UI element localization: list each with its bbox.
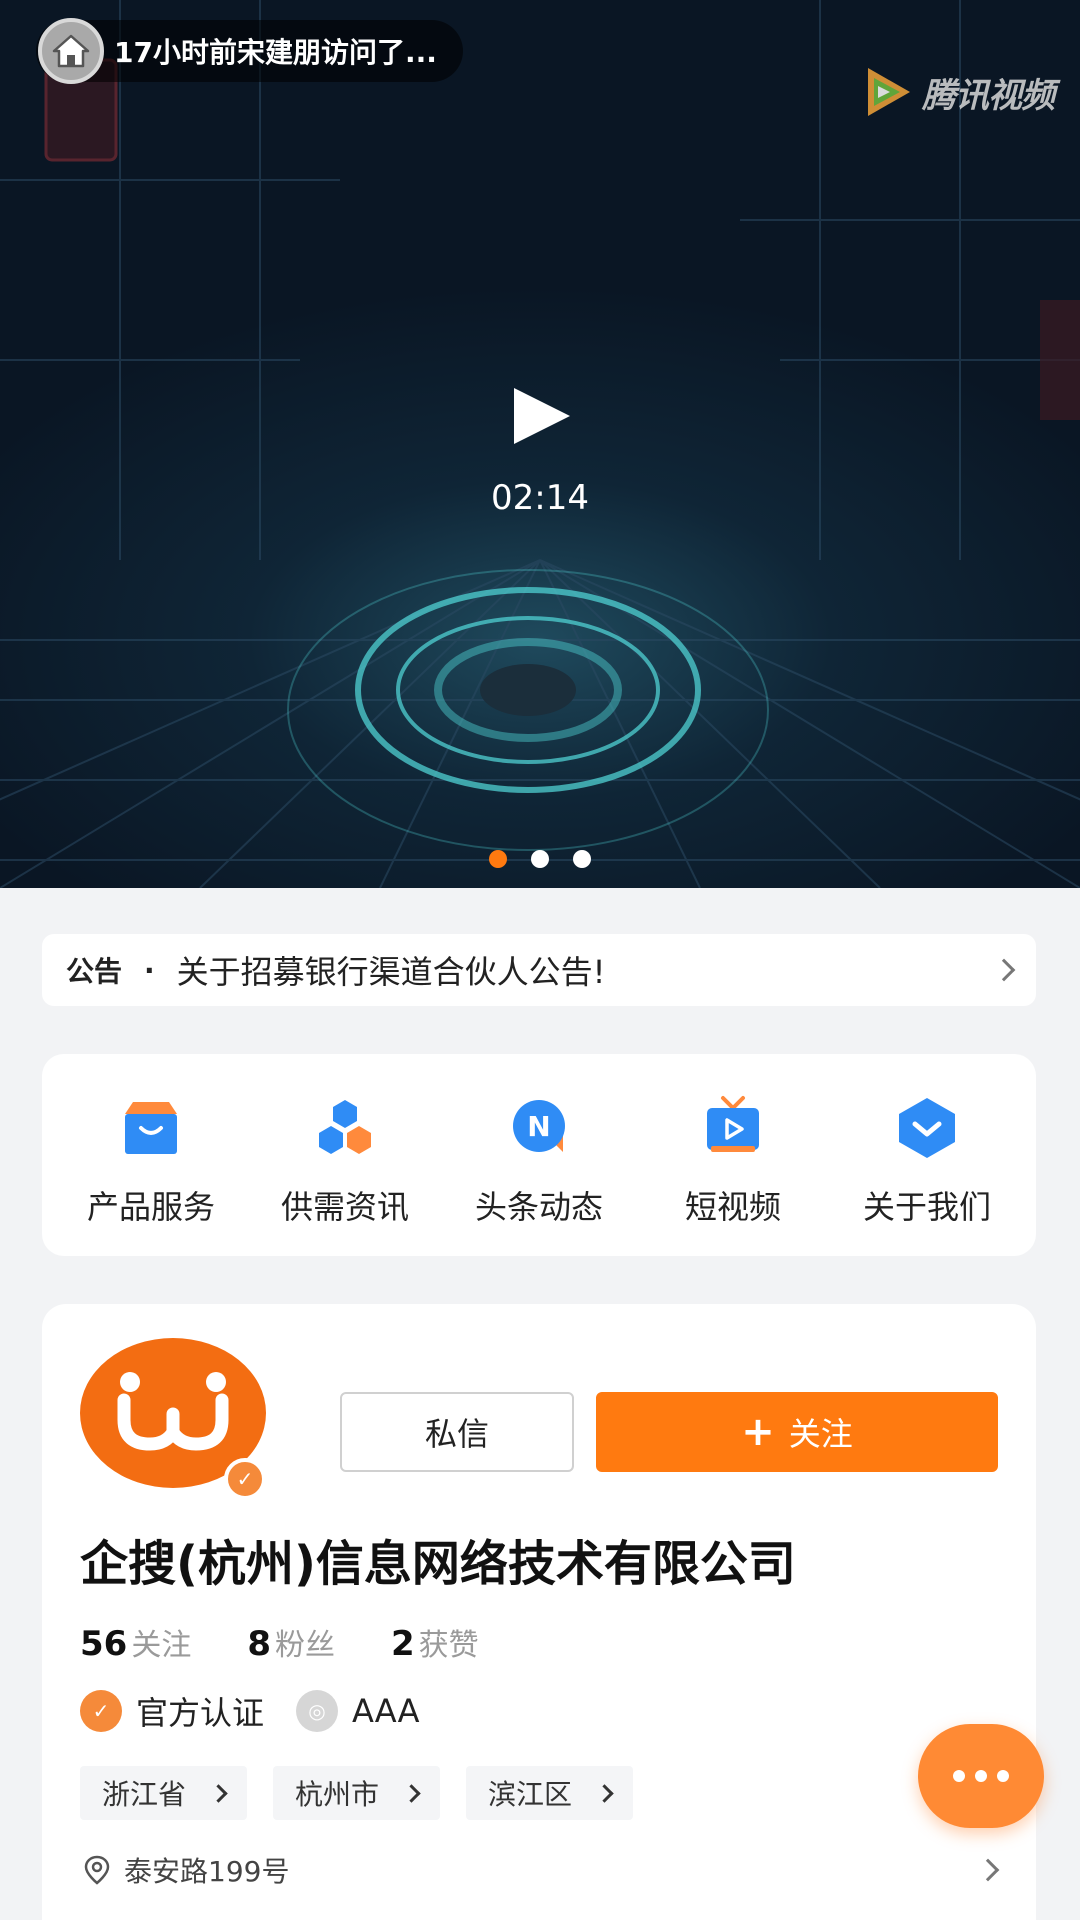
- tencent-video-logo: 腾讯视频: [862, 64, 1055, 120]
- stat-followers-value: 8: [247, 1624, 271, 1664]
- announcement-text: 关于招募银行渠道合伙人公告!: [176, 953, 606, 991]
- video-duration: 02:14: [491, 478, 589, 518]
- stat-following[interactable]: 56 关注: [80, 1620, 191, 1664]
- menu-label-products: 产品服务: [86, 1188, 215, 1226]
- menu-label-headlines: 头条动态: [474, 1188, 603, 1226]
- stat-likes[interactable]: 2 获赞: [391, 1620, 479, 1664]
- menu-item-supply-demand[interactable]: 供需资讯: [250, 1054, 440, 1256]
- more-dot-icon: [997, 1770, 1009, 1782]
- region-province[interactable]: 浙江省: [80, 1766, 248, 1820]
- tencent-play-logo-icon: [868, 68, 910, 116]
- official-verified-icon: ✓: [80, 1690, 122, 1732]
- chevron-right-icon: [595, 1783, 614, 1803]
- chevron-right-icon: [976, 1858, 1000, 1882]
- chevron-right-icon: [209, 1783, 228, 1803]
- location-pin-icon: [84, 1855, 110, 1885]
- carousel-dot-2[interactable]: [531, 850, 549, 868]
- company-name: 企搜(杭州)信息网络技术有限公司: [80, 1536, 796, 1592]
- tencent-video-logo-text: 腾讯视频: [922, 75, 1055, 116]
- certification-badges: ✓ 官方认证 ◎ AAA: [80, 1688, 419, 1734]
- chevron-right-icon: [402, 1783, 421, 1803]
- verified-badge-icon: ✓: [224, 1458, 266, 1500]
- company-logo-mark: [117, 1372, 229, 1451]
- follow-label: 关注: [788, 1415, 853, 1453]
- plus-icon: +: [741, 1409, 775, 1455]
- more-options-button[interactable]: [918, 1724, 1044, 1828]
- address-text: 泰安路199号: [124, 1855, 290, 1888]
- play-icon[interactable]: [510, 386, 574, 446]
- stat-followers-label: 粉丝: [275, 1628, 335, 1663]
- menu-item-headlines[interactable]: N 头条动态: [444, 1054, 634, 1256]
- svg-text:N: N: [527, 1110, 550, 1143]
- menu-item-short-video[interactable]: 短视频: [638, 1054, 828, 1256]
- credit-rating-icon: ◎: [296, 1690, 339, 1732]
- menu-item-products[interactable]: 产品服务: [56, 1054, 246, 1256]
- region-district-label: 滨江区: [488, 1778, 573, 1811]
- stat-likes-value: 2: [391, 1624, 415, 1664]
- certification-label: 官方认证: [136, 1694, 265, 1732]
- home-icon: [38, 18, 104, 84]
- carousel-indicator: [0, 850, 1080, 868]
- more-dot-icon: [953, 1770, 965, 1782]
- more-dot-icon: [975, 1770, 987, 1782]
- news-n-icon: N: [513, 1100, 565, 1152]
- stat-likes-label: 获赞: [418, 1628, 479, 1663]
- region-province-label: 浙江省: [102, 1778, 187, 1811]
- announcement-tag: 公告: [66, 955, 123, 988]
- chevron-right-icon: [992, 958, 1016, 982]
- menu-item-about-us[interactable]: 关于我们: [832, 1054, 1022, 1256]
- video-banner[interactable]: 17小时前宋建朋访问了... 腾讯视频 02:14: [0, 0, 1080, 888]
- carousel-dot-1[interactable]: [489, 850, 507, 868]
- region-tags: 浙江省 杭州市 滨江区: [80, 1766, 634, 1820]
- region-district[interactable]: 滨江区: [466, 1766, 634, 1820]
- stat-followers[interactable]: 8 粉丝: [247, 1620, 335, 1664]
- menu-label-short-video: 短视频: [684, 1188, 781, 1226]
- region-city[interactable]: 杭州市: [273, 1766, 441, 1820]
- tv-play-icon: [707, 1096, 759, 1152]
- chevron-shield-icon: [899, 1098, 955, 1158]
- visitor-notice-pill[interactable]: 17小时前宋建朋访问了...: [36, 18, 463, 84]
- stat-following-value: 56: [80, 1624, 128, 1664]
- visitor-notice-text: 17小时前宋建朋访问了...: [114, 36, 437, 69]
- company-profile-card: ✓ 私信 + 关注 企搜(杭州)信息网络技术有限公司 56 关注 8 粉丝 2 获赞 …: [42, 1304, 1036, 1920]
- cubes-icon: [319, 1100, 371, 1154]
- follow-button[interactable]: + 关注: [596, 1392, 998, 1472]
- announcement-bar[interactable]: 公告 · 关于招募银行渠道合伙人公告!: [42, 934, 1036, 1006]
- region-city-label: 杭州市: [295, 1778, 380, 1811]
- announcement-separator: ·: [144, 953, 155, 987]
- quick-menu: 产品服务 供需资讯 N 头条动态 短视频 关于我们: [42, 1054, 1036, 1256]
- carousel-dot-3[interactable]: [573, 850, 591, 868]
- menu-label-about-us: 关于我们: [862, 1188, 991, 1226]
- company-stats: 56 关注 8 粉丝 2 获赞: [80, 1620, 479, 1664]
- credit-rating-label: AAA: [352, 1692, 420, 1730]
- message-button[interactable]: 私信: [340, 1392, 574, 1472]
- menu-label-supply-demand: 供需资讯: [280, 1188, 409, 1226]
- product-box-icon: [125, 1102, 177, 1154]
- address-row[interactable]: 泰安路199号: [80, 1850, 1000, 1890]
- stat-following-label: 关注: [131, 1628, 192, 1663]
- company-logo[interactable]: ✓: [80, 1338, 270, 1500]
